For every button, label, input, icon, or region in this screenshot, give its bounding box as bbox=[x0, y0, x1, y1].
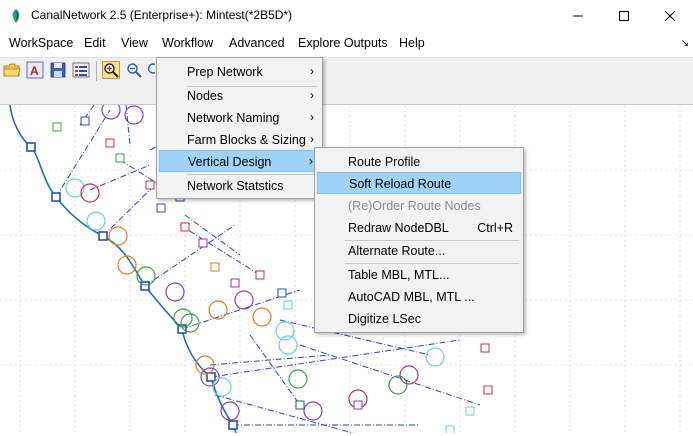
node-circle bbox=[212, 377, 232, 397]
node-marker bbox=[255, 270, 265, 280]
submenu-arrow-icon: › bbox=[310, 110, 314, 124]
maximize-icon bbox=[619, 11, 629, 21]
menu-item-route-profile[interactable]: Route Profile bbox=[317, 151, 521, 173]
lateral-line bbox=[299, 344, 481, 406]
node-marker bbox=[283, 300, 293, 310]
toolbar-separator bbox=[96, 61, 97, 81]
node-marker bbox=[295, 400, 305, 410]
menu-item-digitize-lsec[interactable]: Digitize LSec bbox=[317, 308, 521, 330]
node-marker bbox=[445, 425, 455, 435]
canal-node bbox=[26, 142, 36, 152]
node-marker bbox=[156, 203, 166, 213]
node-marker bbox=[52, 122, 62, 132]
canal-node bbox=[228, 420, 238, 430]
zoom-icon[interactable] bbox=[125, 61, 143, 79]
menu-view[interactable]: View bbox=[121, 36, 148, 50]
menu-explore-outputs[interactable]: Explore Outputs bbox=[298, 36, 388, 50]
node-circle bbox=[165, 282, 185, 302]
close-button[interactable] bbox=[647, 0, 693, 32]
submenu-arrow-icon: › bbox=[310, 64, 314, 78]
vertical-design-submenu: Route Profile Soft Reload Route (Re)Orde… bbox=[314, 147, 524, 333]
node-circle bbox=[117, 255, 137, 275]
node-circle bbox=[303, 401, 323, 421]
menu-item-network-statstics[interactable]: Network Statstics bbox=[159, 175, 320, 197]
node-circle bbox=[108, 226, 128, 246]
node-circle bbox=[208, 300, 228, 320]
workflow-menu: Prep Network › Nodes › Network Naming › … bbox=[156, 57, 323, 199]
node-circle bbox=[275, 321, 295, 341]
title-bar: CanalNetwork 2.5 (Enterprise+): Mintest(… bbox=[0, 0, 693, 32]
menu-edit[interactable]: Edit bbox=[84, 36, 106, 50]
node-marker bbox=[145, 180, 155, 190]
menu-item-table-mbl-mtl[interactable]: Table MBL, MTL... bbox=[317, 264, 521, 286]
node-marker bbox=[465, 406, 475, 416]
submenu-arrow-icon: › bbox=[310, 88, 314, 102]
list-icon[interactable] bbox=[72, 61, 90, 79]
shortcut-label: Ctrl+R bbox=[477, 221, 513, 235]
node-marker bbox=[353, 400, 363, 410]
node-circle bbox=[252, 307, 272, 327]
node-marker bbox=[480, 343, 490, 353]
save-icon[interactable] bbox=[49, 61, 67, 79]
node-circle bbox=[220, 401, 240, 421]
node-marker bbox=[105, 138, 115, 148]
node-marker bbox=[180, 222, 190, 232]
node-circle bbox=[86, 211, 106, 231]
node-circle bbox=[288, 369, 308, 389]
maximize-button[interactable] bbox=[601, 0, 647, 32]
canal-node bbox=[140, 281, 150, 291]
node-circle bbox=[388, 375, 408, 395]
app-logo-icon bbox=[12, 9, 20, 23]
node-marker bbox=[80, 116, 90, 126]
minimize-icon bbox=[573, 15, 583, 17]
menu-item-soft-reload-route[interactable]: Soft Reload Route bbox=[317, 172, 521, 194]
node-circle bbox=[101, 100, 121, 120]
canal-node bbox=[98, 231, 108, 241]
node-marker bbox=[277, 288, 287, 298]
close-icon bbox=[664, 10, 676, 22]
menu-workflow[interactable]: Workflow bbox=[162, 36, 213, 50]
resize-corner-icon[interactable]: ↘ bbox=[681, 38, 689, 49]
window-title: CanalNetwork 2.5 (Enterprise+): Mintest(… bbox=[31, 8, 293, 22]
node-circle bbox=[124, 105, 144, 125]
menu-bar: WorkSpace Edit View Workflow Advanced Ex… bbox=[0, 32, 693, 56]
toolbar: A bbox=[0, 57, 693, 84]
secondary-toolbar bbox=[0, 84, 693, 105]
submenu-arrow-icon: › bbox=[310, 132, 314, 146]
node-marker bbox=[198, 238, 208, 248]
menu-advanced[interactable]: Advanced bbox=[229, 36, 285, 50]
menu-item-alternate-route[interactable]: Alternate Route... bbox=[317, 240, 521, 262]
menu-item-vertical-design[interactable]: Vertical Design › bbox=[159, 150, 320, 172]
zoom-out-icon[interactable] bbox=[147, 61, 155, 79]
menu-item-redraw-nodedbl[interactable]: Redraw NodeDBL Ctrl+R bbox=[317, 217, 521, 239]
node-marker bbox=[483, 385, 493, 395]
open-folder-icon[interactable] bbox=[3, 61, 21, 79]
lateral-line bbox=[210, 339, 461, 378]
text-a-icon[interactable]: A bbox=[26, 61, 44, 79]
node-circle bbox=[425, 347, 445, 367]
lateral-line bbox=[144, 224, 236, 287]
menu-help[interactable]: Help bbox=[399, 36, 425, 50]
node-marker bbox=[115, 153, 125, 163]
menu-workspace[interactable]: WorkSpace bbox=[9, 36, 73, 50]
menu-item-autocad-mbl-mtl[interactable]: AutoCAD MBL, MTL ... bbox=[317, 286, 521, 308]
menu-item-nodes[interactable]: Nodes › bbox=[159, 85, 320, 107]
submenu-arrow-icon: › bbox=[309, 154, 313, 168]
zoom-in-icon[interactable] bbox=[102, 61, 120, 79]
canal-node bbox=[206, 372, 216, 382]
menu-item-prep-network[interactable]: Prep Network › bbox=[159, 61, 320, 83]
node-marker bbox=[230, 278, 240, 288]
node-circle bbox=[80, 183, 100, 203]
node-marker bbox=[210, 262, 220, 272]
canal-node bbox=[51, 192, 61, 202]
menu-item-reorder-route-nodes: (Re)Order Route Nodes bbox=[348, 199, 481, 213]
menu-item-network-naming[interactable]: Network Naming › bbox=[159, 107, 320, 129]
lateral-line bbox=[89, 164, 151, 191]
menu-item-farm-blocks-sizing[interactable]: Farm Blocks & Sizing › bbox=[159, 129, 320, 151]
node-circle bbox=[278, 335, 298, 355]
lateral-line bbox=[179, 224, 261, 276]
svg-text:A: A bbox=[30, 64, 39, 78]
minimize-button[interactable] bbox=[555, 0, 601, 32]
